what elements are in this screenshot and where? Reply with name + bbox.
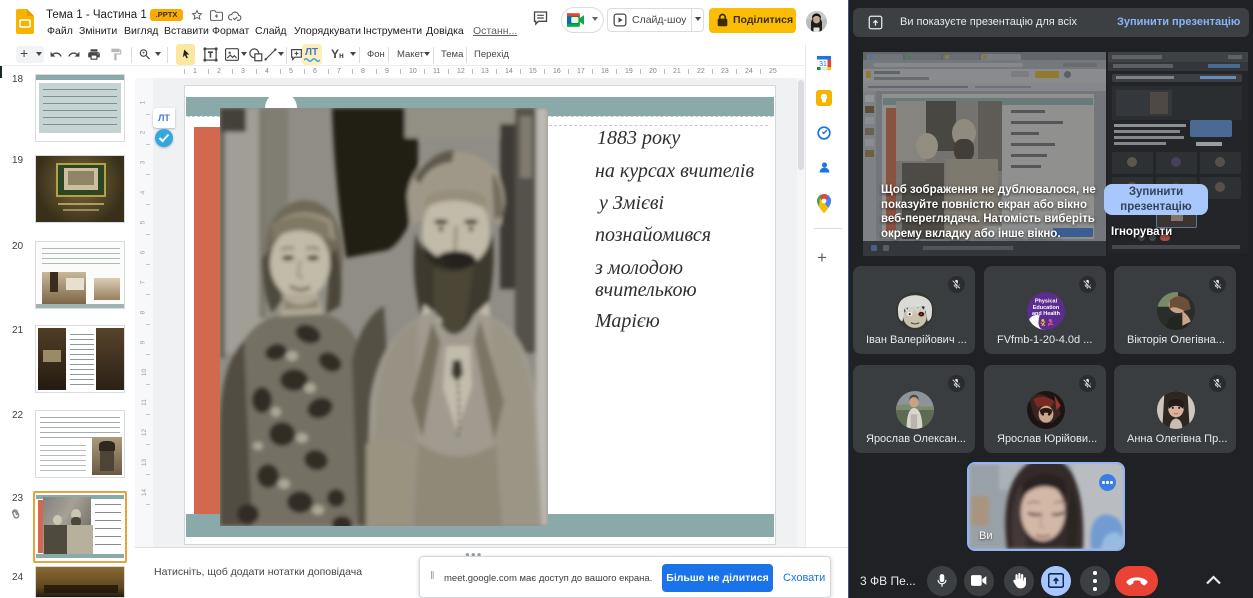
- svg-text:31: 31: [819, 61, 827, 68]
- svg-text:Physical: Physical: [1035, 299, 1058, 305]
- svg-text:Education: Education: [1033, 305, 1059, 311]
- svg-text:and Health: and Health: [1032, 311, 1060, 317]
